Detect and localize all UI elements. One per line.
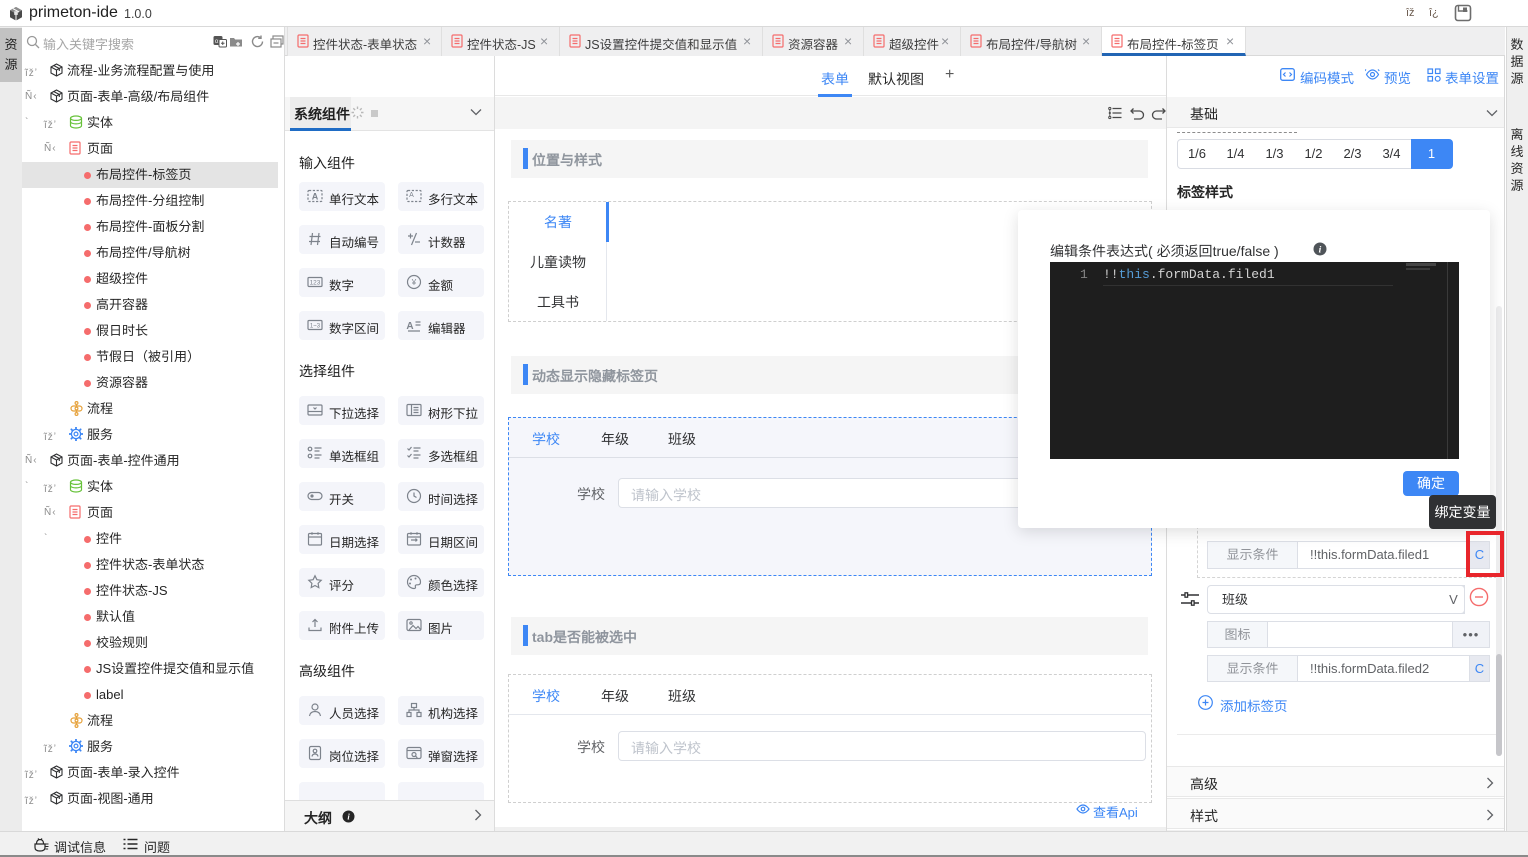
svg-text:¥: ¥	[411, 278, 417, 287]
svg-text:1~3: 1~3	[310, 324, 321, 330]
svg-text:123: 123	[310, 280, 321, 287]
svg-text:i: i	[1319, 245, 1322, 255]
svg-text:A: A	[409, 192, 414, 199]
svg-text:A: A	[312, 192, 319, 202]
svg-text:A: A	[406, 321, 413, 332]
